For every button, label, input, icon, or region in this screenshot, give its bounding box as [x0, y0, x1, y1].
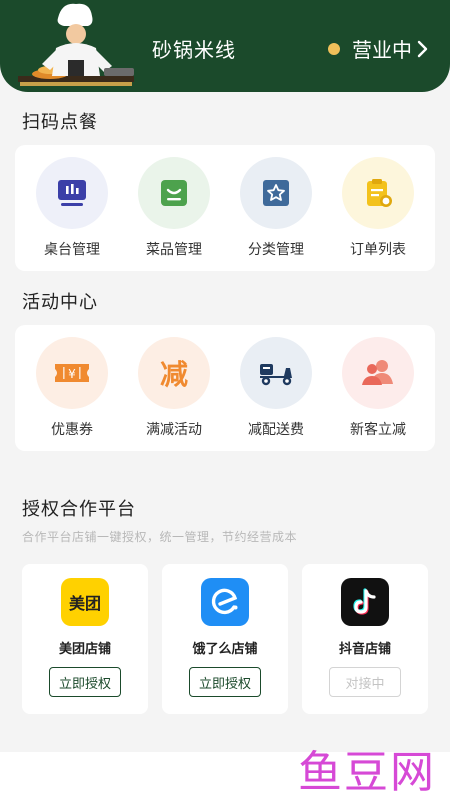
meituan-store-name: 美团店铺 — [58, 642, 111, 657]
eleme-logo-icon — [201, 578, 249, 626]
meituan-authorize-button[interactable]: 立即授权 — [49, 667, 121, 697]
shop-name: 砂锅米线 — [152, 38, 236, 62]
business-status-button[interactable]: 营业中 — [328, 34, 430, 63]
dish-icon — [138, 157, 210, 229]
eleme-store-card: 饿了么店铺 立即授权 — [162, 564, 288, 714]
delivery-scooter-icon — [240, 337, 312, 409]
table-icon — [36, 157, 108, 229]
chef-illustration — [18, 3, 134, 86]
meituan-logo-text: 美团 — [68, 594, 101, 613]
new-customer-reduction-label: 新客立减 — [350, 422, 406, 438]
category-management-label: 分类管理 — [248, 242, 304, 258]
meituan-store-card: 美团 美团店铺 立即授权 — [22, 564, 148, 714]
dish-management-button[interactable]: 菜品管理 — [129, 157, 219, 259]
eleme-store-name: 饿了么店铺 — [192, 642, 258, 657]
dish-management-label: 菜品管理 — [146, 242, 202, 258]
douyin-store-card: 抖音店铺 对接中 — [302, 564, 428, 714]
svg-text:¥: ¥ — [68, 367, 76, 381]
scan-order-title: 扫码点餐 — [22, 112, 98, 133]
store-header: 砂锅米线 营业中 — [0, 0, 450, 92]
eleme-authorize-button[interactable]: 立即授权 — [189, 667, 261, 697]
chevron-right-icon — [417, 40, 428, 57]
coupon-icon: ¥ — [36, 337, 108, 409]
category-star-icon — [240, 157, 312, 229]
new-customer-reduction-button[interactable]: 新客立减 — [333, 337, 423, 439]
coupon-button[interactable]: ¥ 优惠券 — [27, 337, 117, 439]
table-management-button[interactable]: 桌台管理 — [27, 157, 117, 259]
table-management-label: 桌台管理 — [44, 242, 100, 258]
order-list-label: 订单列表 — [350, 242, 406, 258]
activity-center-title: 活动中心 — [22, 292, 98, 313]
order-list-button[interactable]: 订单列表 — [333, 157, 423, 259]
douyin-connecting-button: 对接中 — [329, 667, 401, 697]
activity-center-card: ¥ 优惠券 减 满减活动 减配送费 新客立减 — [15, 325, 435, 451]
delivery-fee-reduction-button[interactable]: 减配送费 — [231, 337, 321, 439]
full-reduction-icon: 减 — [138, 337, 210, 409]
full-reduction-glyph: 减 — [159, 358, 188, 391]
full-reduction-button[interactable]: 减 满减活动 — [129, 337, 219, 439]
auth-platforms-row: 美团 美团店铺 立即授权 饿了么店铺 立即授权 抖音店铺 对接中 — [22, 564, 428, 714]
coupon-label: 优惠券 — [51, 422, 93, 438]
douyin-logo-icon — [341, 578, 389, 626]
auth-platforms-title: 授权合作平台 — [22, 499, 136, 520]
douyin-store-name: 抖音店铺 — [338, 642, 391, 657]
status-dot-icon — [328, 42, 340, 55]
order-list-icon — [342, 157, 414, 229]
auth-platforms-subtitle: 合作平台店铺一键授权，统一管理，节约经营成本 — [22, 530, 298, 544]
delivery-fee-reduction-label: 减配送费 — [248, 422, 304, 438]
watermark: 鱼豆网 — [298, 747, 436, 798]
business-status-text: 营业中 — [352, 38, 412, 62]
full-reduction-label: 满减活动 — [146, 422, 202, 438]
scan-order-card: 桌台管理 菜品管理 分类管理 订单列表 — [15, 145, 435, 271]
new-customer-icon — [342, 337, 414, 409]
meituan-logo-icon: 美团 — [61, 578, 109, 626]
category-management-button[interactable]: 分类管理 — [231, 157, 321, 259]
